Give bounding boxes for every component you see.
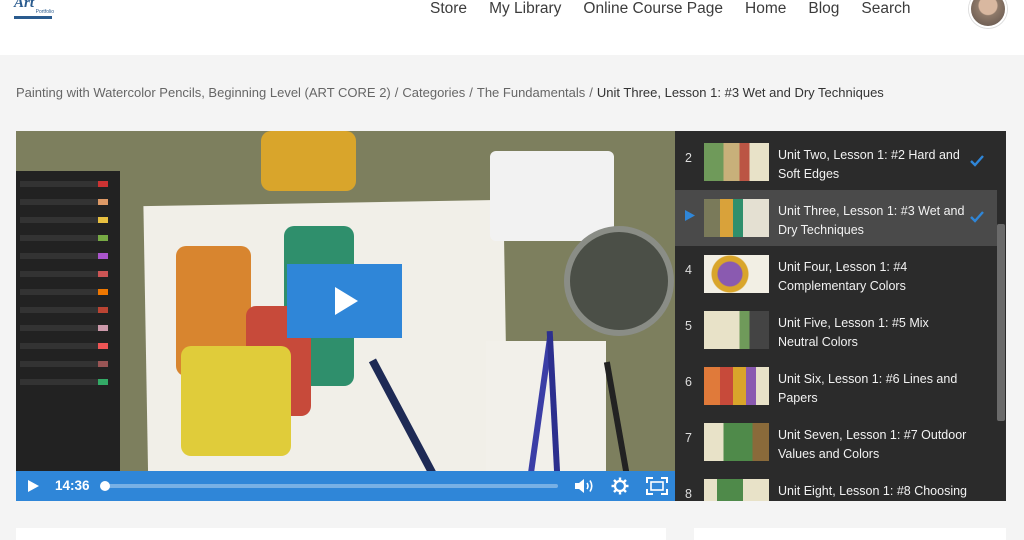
big-play-button[interactable] <box>287 264 402 338</box>
lesson-title: Unit Eight, Lesson 1: #8 Choosing <box>778 484 968 498</box>
check-icon <box>970 211 984 223</box>
lesson-thumbnail <box>704 311 769 349</box>
lesson-title: Unit Six, Lesson 1: #6 Lines and Papers <box>778 372 958 405</box>
lesson-title: Unit Four, Lesson 1: #4 Complementary Co… <box>778 260 908 293</box>
lesson-title: Unit Seven, Lesson 1: #7 Outdoor Values … <box>778 428 967 461</box>
lesson-playlist: 2 Unit Two, Lesson 1: #2 Hard and Soft E… <box>675 131 1006 501</box>
nav-store[interactable]: Store <box>430 0 467 20</box>
playlist-item[interactable]: 8 Unit Eight, Lesson 1: #8 Choosing <box>675 470 997 501</box>
lesson-thumbnail <box>704 367 769 405</box>
site-header: Art Portfolio Store My Library Online Co… <box>0 0 1024 55</box>
progress-handle[interactable] <box>100 481 110 491</box>
user-avatar[interactable] <box>969 0 1007 28</box>
spool-drawing <box>261 131 356 191</box>
breadcrumb-separator: / <box>394 85 399 100</box>
playlist-item[interactable]: 6 Unit Six, Lesson 1: #6 Lines and Paper… <box>675 358 997 414</box>
playlist-item[interactable]: 4 Unit Four, Lesson 1: #4 Complementary … <box>675 246 997 302</box>
video-player[interactable]: 14:36 <box>16 131 675 501</box>
lesson-thumbnail <box>704 479 769 501</box>
lesson-title: Unit Five, Lesson 1: #5 Mix Neutral Colo… <box>778 316 929 349</box>
play-icon <box>335 287 358 315</box>
lesson-title: Unit Two, Lesson 1: #2 Hard and Soft Edg… <box>778 148 960 181</box>
nav-online-course-page[interactable]: Online Course Page <box>583 0 723 20</box>
lesson-number: 8 <box>685 487 692 501</box>
lesson-number: 5 <box>685 319 692 333</box>
lesson-thumbnail <box>704 199 769 237</box>
breadcrumb-current: Unit Three, Lesson 1: #3 Wet and Dry Tec… <box>596 85 884 100</box>
play-icon[interactable] <box>26 479 40 493</box>
breadcrumb-fundamentals[interactable]: The Fundamentals <box>477 85 585 100</box>
check-icon <box>970 155 984 167</box>
breadcrumb-separator: / <box>589 85 593 100</box>
site-logo[interactable]: Art Portfolio <box>14 0 54 22</box>
pencil-box-image <box>16 171 120 501</box>
lesson-thumbnail <box>704 143 769 181</box>
fullscreen-icon[interactable] <box>646 477 668 495</box>
breadcrumb-categories[interactable]: Categories <box>402 85 465 100</box>
playlist-item[interactable]: 7 Unit Seven, Lesson 1: #7 Outdoor Value… <box>675 414 997 470</box>
volume-icon[interactable] <box>573 477 595 495</box>
lesson-title: Unit Three, Lesson 1: #3 Wet and Dry Tec… <box>778 204 965 237</box>
water-tin-image <box>564 226 674 336</box>
lesson-content-card <box>16 528 666 540</box>
nav-search[interactable]: Search <box>861 0 910 20</box>
sidebar-card <box>694 528 1006 540</box>
lesson-number: 7 <box>685 431 692 445</box>
main-nav: Store My Library Online Course Page Home… <box>430 0 933 20</box>
palette-tray-image <box>490 151 614 241</box>
settings-gear-icon[interactable] <box>611 477 629 495</box>
breadcrumb-course[interactable]: Painting with Watercolor Pencils, Beginn… <box>16 85 391 100</box>
progress-bar[interactable] <box>100 481 558 491</box>
lesson-thumbnail <box>704 423 769 461</box>
playlist-scroll-thumb[interactable] <box>997 224 1005 421</box>
playlist-item[interactable]: 5 Unit Five, Lesson 1: #5 Mix Neutral Co… <box>675 302 997 358</box>
playlist-item[interactable]: 2 Unit Two, Lesson 1: #2 Hard and Soft E… <box>675 134 997 190</box>
nav-home[interactable]: Home <box>745 0 786 20</box>
nav-my-library[interactable]: My Library <box>489 0 561 20</box>
lesson-number: 6 <box>685 375 692 389</box>
nav-blog[interactable]: Blog <box>808 0 839 20</box>
spool-drawing <box>181 346 291 456</box>
lesson-number: 2 <box>685 151 692 165</box>
lesson-thumbnail <box>704 255 769 293</box>
lesson-number: 4 <box>685 263 692 277</box>
breadcrumb-separator: / <box>469 85 473 100</box>
logo-bar <box>14 16 52 19</box>
now-playing-icon <box>685 210 695 221</box>
breadcrumb: Painting with Watercolor Pencils, Beginn… <box>16 85 884 100</box>
playlist-item-active[interactable]: Unit Three, Lesson 1: #3 Wet and Dry Tec… <box>675 190 997 246</box>
player-controls: 14:36 <box>16 471 675 501</box>
current-time: 14:36 <box>55 478 90 493</box>
